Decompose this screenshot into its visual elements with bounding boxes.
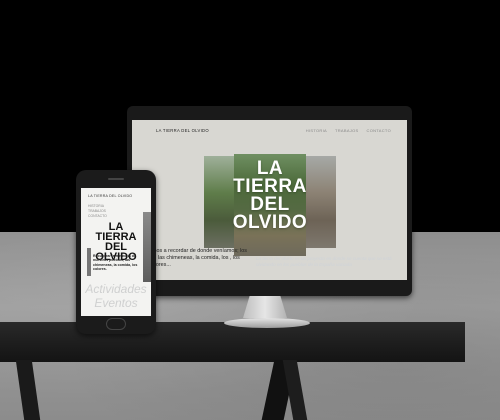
phone-speaker bbox=[108, 178, 124, 180]
monitor-stand-base bbox=[224, 318, 310, 328]
project-description: La tierra del olvido es un proyecto en d… bbox=[256, 256, 392, 267]
mobile-menu-item-contacto[interactable]: CONTACTO bbox=[88, 214, 107, 219]
nav-item-historia[interactable]: HISTORIA bbox=[306, 128, 327, 133]
site-nav: HISTORIA TRABAJOS CONTACTO bbox=[306, 128, 391, 133]
nav-item-contacto[interactable]: CONTACTO bbox=[367, 128, 391, 133]
desktop-monitor: LA TIERRA DEL OLVIDO HISTORIA TRABAJOS C… bbox=[127, 106, 412, 296]
mobile-label-eventos[interactable]: Eventos bbox=[81, 296, 151, 310]
mobile-phone: LA TIERRA DEL OLVIDO HISTORIA TRABAJOS C… bbox=[76, 170, 156, 334]
phone-home-button[interactable] bbox=[106, 318, 126, 330]
mobile-side-strip bbox=[87, 248, 91, 276]
mobile-intro-text: Recuperar la memoria de nuestros pueblos… bbox=[93, 254, 138, 272]
hero-title: LA TIERRA DEL OLVIDO bbox=[228, 159, 312, 233]
mobile-label-actividades[interactable]: Actividades bbox=[81, 282, 151, 296]
site-header: LA TIERRA DEL OLVIDO HISTORIA TRABAJOS C… bbox=[132, 120, 407, 140]
intro-text: amos a recordar de donde veníamos; los d… bbox=[149, 248, 247, 268]
monitor-stand bbox=[243, 296, 287, 318]
site-logo[interactable]: LA TIERRA DEL OLVIDO bbox=[156, 128, 209, 133]
mobile-menu: HISTORIA TRABAJOS CONTACTO bbox=[88, 204, 107, 219]
mobile-screen: LA TIERRA DEL OLVIDO HISTORIA TRABAJOS C… bbox=[81, 188, 151, 316]
nav-item-trabajos[interactable]: TRABAJOS bbox=[335, 128, 359, 133]
table-top bbox=[0, 322, 465, 362]
desktop-screen: LA TIERRA DEL OLVIDO HISTORIA TRABAJOS C… bbox=[132, 120, 407, 280]
hero-title-line: OLVIDO bbox=[232, 212, 308, 233]
mobile-site-logo[interactable]: LA TIERRA DEL OLVIDO bbox=[88, 194, 132, 198]
